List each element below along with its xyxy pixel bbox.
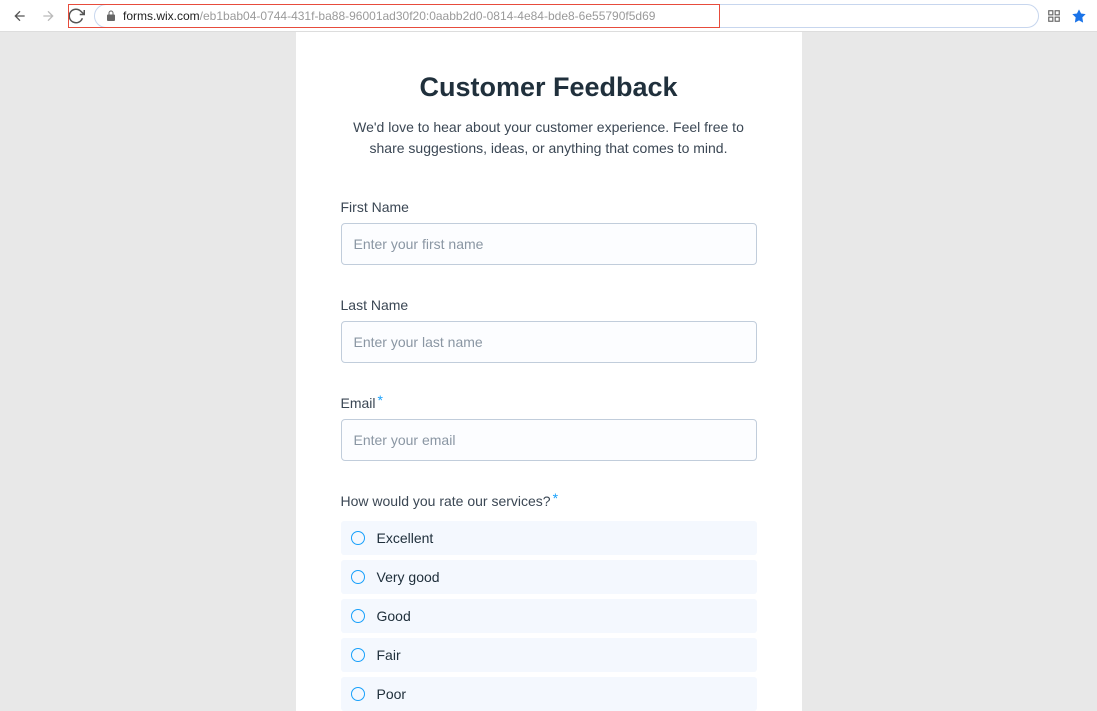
form-card: Customer Feedback We'd love to hear abou… — [296, 32, 802, 711]
forward-button[interactable] — [38, 6, 58, 26]
radio-label: Fair — [377, 647, 401, 663]
radio-label: Very good — [377, 569, 440, 585]
radio-option-excellent[interactable]: Excellent — [341, 521, 757, 555]
radio-icon — [351, 570, 365, 584]
form-title: Customer Feedback — [341, 72, 757, 103]
address-bar[interactable]: forms.wix.com/eb1bab04-0744-431f-ba88-96… — [94, 4, 1039, 28]
radio-icon — [351, 687, 365, 701]
first-name-input[interactable] — [341, 223, 757, 265]
radio-option-poor[interactable]: Poor — [341, 677, 757, 711]
back-button[interactable] — [10, 6, 30, 26]
email-label: Email — [341, 395, 376, 411]
rating-label: How would you rate our services? — [341, 493, 551, 509]
url-domain: forms.wix.com — [123, 9, 200, 23]
last-name-input[interactable] — [341, 321, 757, 363]
bookmark-star-icon[interactable] — [1071, 8, 1087, 24]
radio-option-fair[interactable]: Fair — [341, 638, 757, 672]
required-asterisk: * — [553, 490, 558, 506]
first-name-label: First Name — [341, 199, 409, 215]
rating-radio-group: Excellent Very good Good Fair Poor — [341, 521, 757, 711]
radio-label: Good — [377, 608, 411, 624]
last-name-label: Last Name — [341, 297, 409, 313]
radio-option-good[interactable]: Good — [341, 599, 757, 633]
reload-button[interactable] — [66, 6, 86, 26]
radio-option-very-good[interactable]: Very good — [341, 560, 757, 594]
install-app-icon[interactable] — [1047, 9, 1061, 23]
lock-icon — [105, 10, 117, 22]
url-path: /eb1bab04-0744-431f-ba88-96001ad30f20:0a… — [200, 9, 656, 23]
radio-label: Poor — [377, 686, 407, 702]
radio-icon — [351, 648, 365, 662]
form-subtitle: We'd love to hear about your customer ex… — [341, 117, 757, 159]
required-asterisk: * — [378, 392, 383, 408]
radio-label: Excellent — [377, 530, 434, 546]
radio-icon — [351, 609, 365, 623]
radio-icon — [351, 531, 365, 545]
email-input[interactable] — [341, 419, 757, 461]
